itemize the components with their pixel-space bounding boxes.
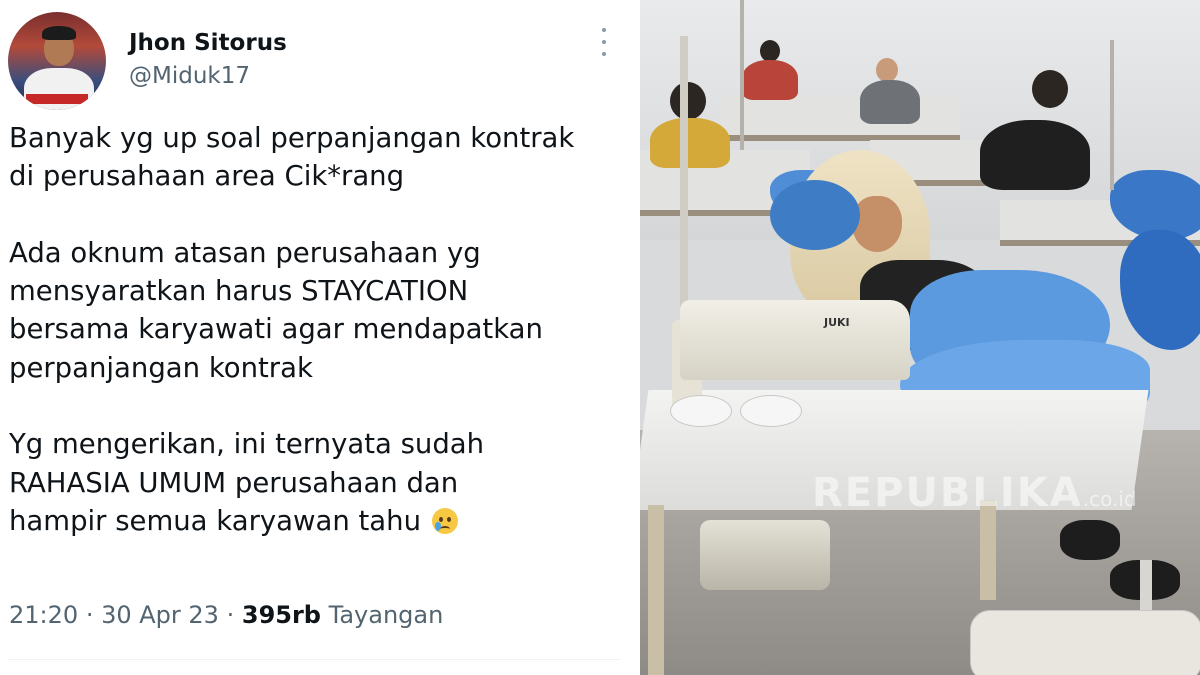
- view-label: Tayangan: [328, 601, 444, 629]
- worker-body: [742, 60, 798, 100]
- meta-separator: ·: [85, 601, 94, 629]
- blue-fabric: [1120, 230, 1200, 350]
- tweet-line: mensyaratkan harus STAYCATION: [9, 275, 469, 308]
- table-leg: [648, 505, 664, 675]
- machine-pole: [1110, 40, 1114, 190]
- tweet-line: Ada oknum atasan perusahaan yg: [9, 236, 481, 269]
- sewing-motor: [700, 520, 830, 590]
- watermark: REPUBLIKA.co.id: [812, 470, 1137, 516]
- meta-separator: ·: [226, 601, 235, 629]
- tweet-line: di perusahaan area Cik*rang: [9, 160, 405, 193]
- blue-fabric: [770, 180, 860, 250]
- thread-spool-base: [670, 395, 732, 427]
- more-options-icon[interactable]: [596, 28, 612, 56]
- tweet-line: hampir semua karyawan tahu: [9, 504, 422, 537]
- tweet-line: Yg mengerikan, ini ternyata sudah: [9, 428, 485, 461]
- sewing-machine: [680, 300, 910, 380]
- avatar-hair: [42, 26, 76, 40]
- display-name[interactable]: Jhon Sitorus: [129, 30, 287, 56]
- watermark-suffix: .co.id: [1082, 487, 1137, 511]
- tweet-date[interactable]: 30 Apr 23: [101, 601, 219, 629]
- worker-head: [876, 58, 898, 82]
- worker-face: [852, 196, 902, 252]
- attached-photo[interactable]: JUKI REPUBLIKA.co.id: [640, 0, 1200, 675]
- worker-head: [760, 40, 780, 62]
- crying-face-icon: [431, 507, 458, 534]
- tweet-meta: 21:20 · 30 Apr 23 · 395rb Tayangan: [9, 601, 443, 629]
- foreground-machine: [970, 610, 1200, 675]
- worker-head: [670, 82, 706, 120]
- machine-pole: [740, 0, 744, 150]
- tweet-line: perpanjangan kontrak: [9, 351, 313, 384]
- view-count: 395rb: [241, 601, 321, 629]
- tweet-text: Banyak yg up soal perpanjangan kontrak d…: [9, 119, 615, 540]
- background-table: [720, 95, 960, 141]
- worker-head: [1032, 70, 1068, 108]
- tweet-line-last: hampir semua karyawan tahu: [9, 502, 615, 540]
- worker-body: [650, 118, 730, 168]
- watermark-text: REPUBLIKA: [812, 470, 1083, 516]
- machine-brand: JUKI: [824, 316, 850, 329]
- tweet-line: RAHASIA UMUM perusahaan dan: [9, 466, 459, 499]
- avatar[interactable]: [8, 12, 106, 110]
- tweet-time[interactable]: 21:20: [9, 601, 78, 629]
- tweet-line: Banyak yg up soal perpanjangan kontrak: [9, 122, 575, 154]
- tweet-card: Jhon Sitorus @Miduk17 Banyak yg up soal …: [0, 0, 620, 675]
- worker-body: [860, 80, 920, 124]
- tweet-line: bersama karyawati agar mendapatkan: [9, 313, 543, 346]
- avatar-tv-bar: [26, 94, 88, 104]
- divider: [8, 659, 620, 660]
- shoe: [1060, 520, 1120, 560]
- user-handle[interactable]: @Miduk17: [129, 63, 250, 89]
- thread-spool-base: [740, 395, 802, 427]
- worker-body: [980, 120, 1090, 190]
